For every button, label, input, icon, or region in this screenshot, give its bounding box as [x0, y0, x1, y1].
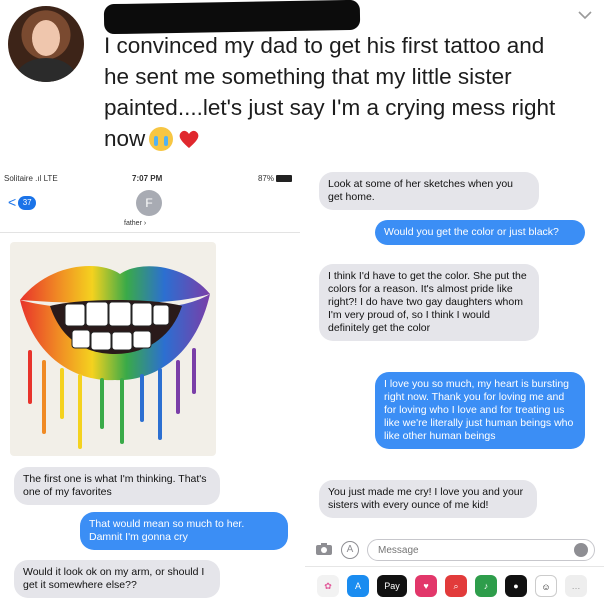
post-caption: I convinced my dad to get his first tatt… — [104, 30, 574, 154]
red-heart-icon — [177, 127, 201, 151]
message-received[interactable]: You just made me cry! I love you and you… — [319, 480, 537, 518]
digital-touch-app-icon[interactable]: ♥ — [415, 575, 437, 597]
status-time: 7:07 PM — [132, 174, 163, 183]
profile-avatar[interactable] — [8, 6, 84, 82]
rainbow-lips-painting-image[interactable] — [10, 242, 216, 456]
photos-app-icon[interactable]: ✿ — [317, 575, 339, 597]
left-conversation-screenshot: Solitaire .ıl LTE 7:07 PM 87% <37 F fath… — [0, 170, 300, 600]
contact-name[interactable]: father › — [124, 220, 146, 227]
memoji-app-icon[interactable]: ☺ — [535, 575, 557, 597]
battery-percent: 87% — [257, 174, 274, 183]
unread-count-badge: 37 — [18, 196, 37, 210]
crying-face-icon — [149, 127, 174, 151]
chevron-down-icon[interactable] — [576, 6, 594, 24]
back-button[interactable]: <37 — [8, 194, 42, 210]
message-sent[interactable]: Would you get the color or just black? — [375, 220, 585, 245]
app-store-app-icon[interactable]: A — [347, 575, 369, 597]
message-received[interactable]: Would it look ok on my arm, or should I … — [14, 560, 220, 598]
emoji-group — [149, 127, 201, 151]
battery-icon — [276, 175, 292, 182]
right-conversation-screenshot: Look at some of her sketches when you ge… — [305, 168, 604, 600]
status-bar: Solitaire .ıl LTE 7:07 PM 87% — [4, 174, 296, 186]
more-apps-icon[interactable]: … — [565, 575, 587, 597]
compose-bar: A — [305, 538, 604, 562]
camera-icon[interactable] — [315, 542, 333, 556]
music-app-icon[interactable]: ♪ — [475, 575, 497, 597]
contact-name-text: father — [124, 220, 142, 227]
app-store-icon[interactable]: A — [341, 541, 359, 559]
carrier-label: Solitaire .ıl LTE — [4, 174, 58, 183]
imessage-app-tray: ✿ A Pay ♥ ⌕ ♪ ● ☺ … — [305, 566, 604, 600]
message-sent[interactable]: I love you so much, my heart is bursting… — [375, 372, 585, 449]
microphone-icon[interactable] — [574, 543, 588, 557]
message-received[interactable]: Look at some of her sketches when you ge… — [319, 172, 539, 210]
apple-pay-app-icon[interactable]: Pay — [377, 575, 407, 597]
message-sent[interactable]: That would mean so much to her. Damnit I… — [80, 512, 288, 550]
message-input[interactable] — [367, 539, 595, 561]
nav-divider — [0, 232, 300, 233]
battery-indicator: 87% — [258, 174, 292, 183]
message-received[interactable]: I think I'd have to get the color. She p… — [319, 264, 539, 341]
apple-pay-label: Pay — [384, 581, 400, 591]
message-received[interactable]: The first one is what I'm thinking. That… — [14, 467, 220, 505]
avatar-shoulder — [16, 58, 76, 82]
contact-avatar[interactable]: F — [136, 190, 162, 216]
image-search-app-icon[interactable]: ⌕ — [445, 575, 467, 597]
animoji-app-icon[interactable]: ● — [505, 575, 527, 597]
avatar-face — [32, 20, 60, 56]
